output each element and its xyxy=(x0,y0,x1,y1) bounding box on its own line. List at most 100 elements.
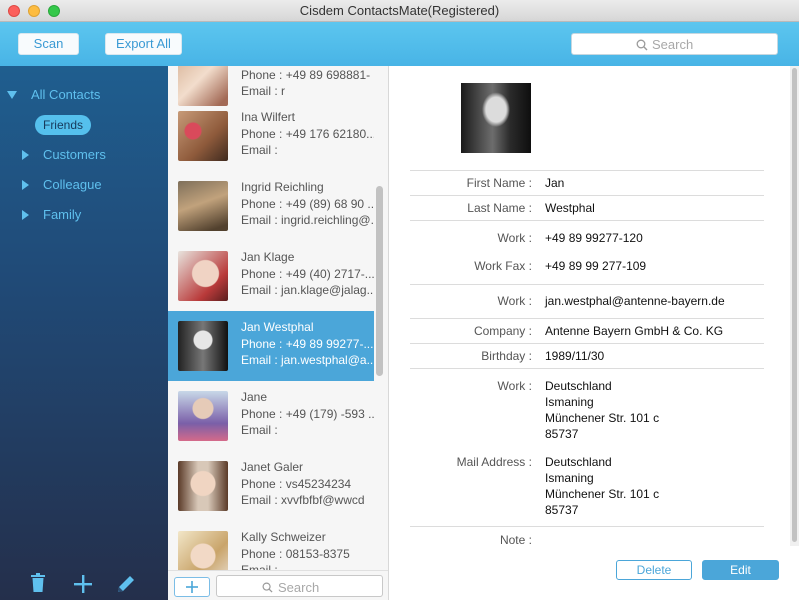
list-item-name: Jane xyxy=(241,390,268,404)
work-address-zip: 85737 xyxy=(545,427,579,441)
list-item-name: Kally Schweizer xyxy=(241,530,326,544)
sidebar-item-friends[interactable]: Friends xyxy=(35,115,91,135)
list-item-email: Email : r xyxy=(241,84,286,98)
list-item-name: Jan Westphal xyxy=(241,320,314,334)
list-footer: Search xyxy=(168,570,388,600)
note-label: Note : xyxy=(499,533,532,547)
avatar xyxy=(178,111,228,161)
list-item[interactable]: Jane Phone : +49 (179) -593 ... Email : xyxy=(168,381,374,451)
work-address-city: Ismaning xyxy=(545,395,594,409)
divider xyxy=(410,195,764,196)
work-address-street: Münchener Str. 101 c xyxy=(545,411,660,425)
sidebar-item-colleague[interactable]: Colleague xyxy=(43,177,102,192)
list-item-name: Ina Wilfert xyxy=(241,110,296,124)
list-item-name: Janet Galer xyxy=(241,460,304,474)
plus-icon[interactable] xyxy=(74,575,92,593)
list-item-email: Email : jan.westphal@a... xyxy=(241,353,374,367)
work-email-value: jan.westphal@antenne-bayern.de xyxy=(545,294,725,308)
scan-button[interactable]: Scan xyxy=(18,33,79,55)
disclosure-triangle-icon[interactable] xyxy=(22,180,29,190)
work-fax-value: +49 89 99 277-109 xyxy=(545,259,647,273)
trash-icon[interactable] xyxy=(30,573,46,593)
list-item-phone: Phone : +49 176 62180... xyxy=(241,127,374,141)
birthday-value: 1989/11/30 xyxy=(545,349,605,363)
add-contact-button[interactable] xyxy=(174,577,210,597)
search-placeholder: Search xyxy=(278,580,320,595)
list-item-email: Email : xyxy=(241,143,278,157)
avatar xyxy=(178,181,228,231)
list-item-phone: Phone : +49 (40) 2717-... xyxy=(241,267,374,281)
window-title: Cisdem ContactsMate(Registered) xyxy=(299,3,500,18)
avatar xyxy=(178,461,228,511)
list-item[interactable]: Ingrid Reichling Phone : +49 (89) 68 90 … xyxy=(168,171,374,241)
title-bar: Cisdem ContactsMate(Registered) xyxy=(0,0,799,22)
list-search-input[interactable]: Search xyxy=(216,575,383,597)
mail-address-street: Münchener Str. 101 c xyxy=(545,487,660,501)
sidebar-item-customers[interactable]: Customers xyxy=(43,147,106,162)
avatar xyxy=(178,321,228,371)
company-value: Antenne Bayern GmbH & Co. KG xyxy=(545,324,724,338)
list-item-phone: Phone : +49 (179) -593 ... xyxy=(241,407,374,421)
work-phone-value: +49 89 99277-120 xyxy=(545,231,643,245)
disclosure-triangle-icon[interactable] xyxy=(22,150,29,160)
detail-scrollbar[interactable] xyxy=(790,66,799,546)
list-item-name: Ingrid Reichling xyxy=(241,180,324,194)
mail-address-city: Ismaning xyxy=(545,471,594,485)
divider xyxy=(410,343,764,344)
disclosure-triangle-icon[interactable] xyxy=(7,91,17,99)
avatar xyxy=(178,391,228,441)
list-item-phone: Phone : vs45234234 xyxy=(241,477,352,491)
list-item[interactable]: Ina Wilfert Phone : +49 176 62180... Ema… xyxy=(168,101,374,171)
pencil-icon[interactable] xyxy=(116,574,136,594)
first-name-value: Jan xyxy=(545,176,565,190)
work-email-label: Work : xyxy=(497,294,532,308)
work-phone-label: Work : xyxy=(497,231,532,245)
list-item[interactable]: Jan Klage Phone : +49 (40) 2717-... Emai… xyxy=(168,241,374,311)
list-item-email: Email : xyxy=(241,423,278,437)
list-item-selected[interactable]: Jan Westphal Phone : +49 89 99277-... Em… xyxy=(168,311,374,381)
list-item-phone: Phone : +49 89 698881- xyxy=(241,68,371,82)
sidebar-item-all-contacts[interactable]: All Contacts xyxy=(31,87,100,102)
list-item-email: Email : ingrid.reichling@... xyxy=(241,213,374,227)
company-label: Company : xyxy=(473,324,532,338)
zoom-window-button[interactable] xyxy=(48,5,60,17)
minimize-window-button[interactable] xyxy=(28,5,40,17)
work-address-label: Work : xyxy=(497,379,532,393)
contact-list: Phone : +49 89 698881- Email : r Ina Wil… xyxy=(168,66,389,600)
list-item-phone: Phone : +49 (89) 68 90 ... xyxy=(241,197,374,211)
divider xyxy=(410,170,764,171)
divider xyxy=(410,526,764,527)
last-name-value: Westphal xyxy=(545,201,595,215)
sidebar-item-family[interactable]: Family xyxy=(43,207,81,222)
delete-button[interactable]: Delete xyxy=(616,560,692,580)
export-all-button[interactable]: Export All xyxy=(105,33,182,55)
contact-detail: First Name : Jan Last Name : Westphal Wo… xyxy=(390,66,799,600)
avatar xyxy=(178,66,228,106)
divider xyxy=(410,368,764,369)
first-name-label: First Name : xyxy=(466,176,532,190)
toolbar-search-input[interactable]: Search xyxy=(571,33,778,55)
mail-address-zip: 85737 xyxy=(545,503,579,517)
contact-photo[interactable] xyxy=(461,83,531,153)
scroll-thumb[interactable] xyxy=(792,68,797,542)
mail-address-country: Deutschland xyxy=(545,455,612,469)
work-address-country: Deutschland xyxy=(545,379,612,393)
disclosure-triangle-icon[interactable] xyxy=(22,210,29,220)
plus-icon xyxy=(186,581,198,593)
sidebar: All Contacts Friends Customers Colleague… xyxy=(0,66,168,600)
last-name-label: Last Name : xyxy=(467,201,532,215)
search-icon xyxy=(262,582,273,593)
edit-button[interactable]: Edit xyxy=(702,560,779,580)
avatar xyxy=(178,251,228,301)
divider xyxy=(410,284,764,285)
list-item-phone: Phone : +49 89 99277-... xyxy=(241,337,374,351)
list-item[interactable]: Janet Galer Phone : vs45234234 Email : x… xyxy=(168,451,374,521)
list-item-name: Jan Klage xyxy=(241,250,295,264)
divider xyxy=(410,318,764,319)
work-fax-label: Work Fax : xyxy=(474,259,532,273)
list-item-email: Email : jan.klage@jalag... xyxy=(241,283,374,297)
list-scrollbar[interactable] xyxy=(376,186,383,376)
close-window-button[interactable] xyxy=(8,5,20,17)
list-item-phone: Phone : 08153-8375 xyxy=(241,547,350,561)
divider xyxy=(410,220,764,221)
